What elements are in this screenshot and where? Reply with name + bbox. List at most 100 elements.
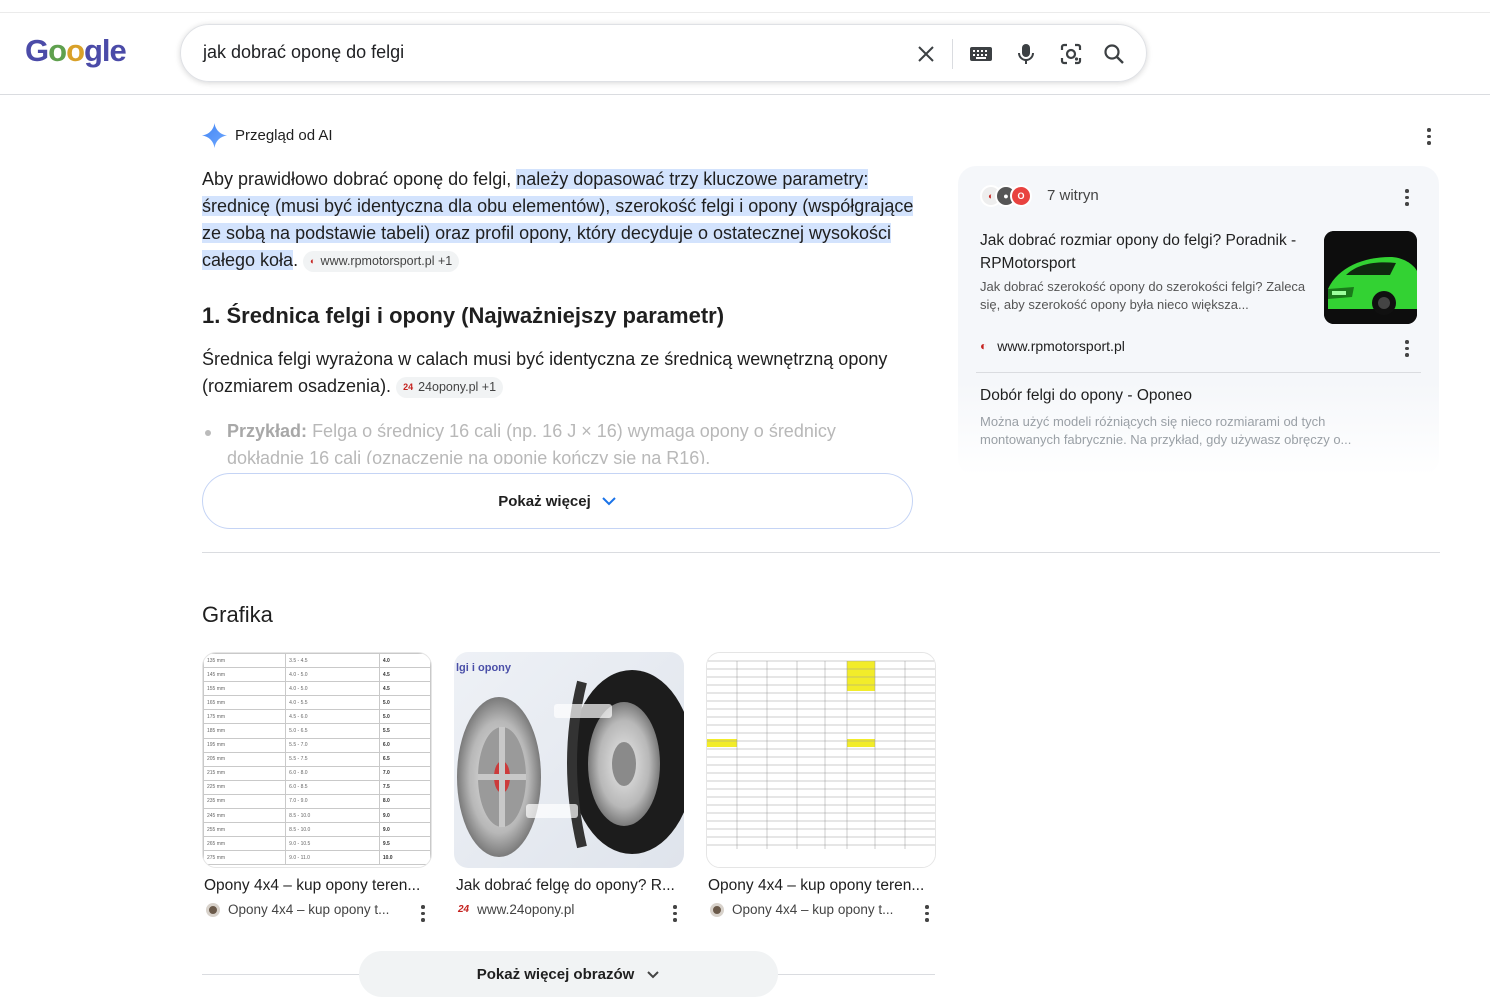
table-cell: 5.0: [378, 695, 431, 711]
ai-overview-more-icon[interactable]: [1423, 128, 1435, 145]
source-chip[interactable]: ◐ www.rpmotorsport.pl +1: [303, 251, 460, 272]
source-site[interactable]: ◐ www.rpmotorsport.pl: [980, 338, 1125, 354]
table-row: 135 mm 3.5 - 4.5 4.0: [203, 653, 431, 669]
show-more-button[interactable]: Pokaż więcej: [202, 473, 913, 529]
table-cell: 275 mm: [203, 850, 287, 866]
search-box[interactable]: jak dobrać oponę do felgi: [180, 24, 1147, 82]
table-cell: 135 mm: [203, 653, 287, 669]
table-cell: 195 mm: [203, 737, 287, 753]
ai-overview-intro: Aby prawidłowo dobrać oponę do felgi, na…: [202, 166, 914, 274]
table-cell: 235 mm: [203, 793, 287, 810]
table-cell: 9.5: [378, 836, 431, 852]
faded-bullet: Przykład: Felga o średnicy 16 cali (np. …: [202, 418, 914, 464]
table-cell: 185 mm: [203, 723, 287, 739]
chevron-down-icon: [647, 970, 659, 978]
section-text: Średnica felgi wyrażona w calach musi by…: [202, 346, 914, 400]
table-cell: 9.0 - 11.0: [285, 850, 380, 866]
table-cell: 9.0: [378, 822, 431, 838]
image-source-3[interactable]: Opony 4x4 – kup opony t...: [710, 902, 893, 917]
24opony-favicon-icon: 24: [403, 382, 414, 392]
section-heading: 1. Średnica felgi i opony (Najważniejszy…: [202, 303, 725, 328]
table-cell: 4.0: [378, 653, 431, 669]
table-cell: 6.5: [378, 751, 431, 767]
lens-icon[interactable]: [1058, 41, 1084, 67]
table-row: 275 mm 9.0 - 11.0 10.0: [203, 850, 431, 866]
source-more-icon[interactable]: [1401, 340, 1413, 357]
table-cell: 4.5: [378, 667, 431, 683]
sparkle-icon: [202, 123, 227, 148]
table-cell: 8.5 - 10.0: [285, 822, 380, 838]
image-caption-3[interactable]: Opony 4x4 – kup opony teren...: [708, 877, 940, 895]
table-cell: 165 mm: [203, 695, 287, 711]
sources-count: 7 witryn: [1047, 187, 1099, 204]
oponeo-favicon-icon: O: [1010, 185, 1032, 207]
table-row: 145 mm 4.0 - 5.0 4.5: [203, 667, 431, 683]
table-row: 215 mm 6.0 - 8.0 7.0: [203, 765, 431, 781]
table-row: 255 mm 8.5 - 10.0 9.0: [203, 822, 431, 838]
table-cell: 10.0: [378, 850, 431, 866]
images-heading: Grafika: [202, 602, 273, 627]
image-caption-1[interactable]: Opony 4x4 – kup opony teren...: [204, 877, 436, 895]
table-cell: 5.5 - 7.0: [285, 737, 380, 753]
table-cell: 6.0 - 8.5: [285, 779, 380, 795]
table-cell: 4.5: [378, 681, 431, 697]
rpmotorsport-favicon-icon: ◐: [310, 256, 316, 266]
show-more-images-button[interactable]: Pokaż więcej obrazów: [359, 951, 778, 997]
table-cell: 5.0 - 6.5: [285, 723, 380, 739]
header: Google jak dobrać oponę do felgi: [0, 13, 1490, 95]
keyboard-icon[interactable]: [968, 41, 994, 67]
table-cell: 225 mm: [203, 779, 287, 795]
image-source-1[interactable]: Opony 4x4 – kup opony t...: [206, 902, 389, 917]
table-cell: 205 mm: [203, 751, 287, 767]
table-cell: 265 mm: [203, 836, 287, 852]
table-cell: 7.5: [378, 779, 431, 795]
table-cell: 6.0: [378, 737, 431, 753]
table-row: 235 mm 7.0 - 9.0 8.0: [203, 793, 431, 810]
table-row: 175 mm 4.5 - 6.0 5.0: [203, 709, 431, 725]
image-more-icon-2[interactable]: [669, 905, 681, 922]
source-title-oponeo[interactable]: Dobór felgi do opony - Oponeo: [980, 387, 1192, 405]
image-overlay-text: lgi i opony: [456, 662, 511, 674]
image-more-icon-3[interactable]: [921, 905, 933, 922]
table-cell: 215 mm: [203, 765, 287, 781]
site-favicon-icon: [710, 902, 724, 917]
table-cell: 6.0 - 8.0: [285, 765, 380, 781]
image-source-2[interactable]: 24 www.24opony.pl: [458, 902, 574, 917]
table-cell: 245 mm: [203, 808, 287, 824]
24opony-favicon-icon: 24: [458, 904, 470, 915]
image-result-1[interactable]: 135 mm 3.5 - 4.5 4.0 145 mm 4.0 - 5.0 4.5 155 …: [202, 652, 432, 868]
table-cell: 5.5: [378, 723, 431, 739]
table-cell: 3.5 - 4.5: [285, 653, 380, 669]
image-result-2[interactable]: lgi i opony: [454, 652, 684, 868]
google-logo[interactable]: Google: [25, 33, 127, 69]
close-icon[interactable]: [913, 41, 939, 67]
panel-more-icon[interactable]: [1401, 189, 1413, 206]
table-cell: 8.5 - 10.0: [285, 808, 380, 824]
search-icon[interactable]: [1101, 41, 1127, 67]
ai-overview-header: Przegląd od AI: [202, 123, 333, 148]
sources-panel: ◐ ● O 7 witryn Jak dobrać rozmiar opony …: [958, 166, 1439, 476]
source-title[interactable]: Jak dobrać rozmiar opony do felgi? Porad…: [980, 229, 1320, 275]
table-row: 165 mm 4.0 - 5.5 5.0: [203, 695, 431, 711]
microphone-icon[interactable]: [1013, 41, 1039, 67]
source-thumbnail[interactable]: [1324, 231, 1417, 324]
source-chip-24opony[interactable]: 24 24opony.pl +1: [396, 377, 504, 398]
table-cell: 9.0 - 10.5: [285, 836, 380, 852]
image-result-3[interactable]: [706, 652, 936, 868]
source-snippet-oponeo: Można użyć modeli różniących się nieco r…: [980, 414, 1352, 447]
image-more-icon-1[interactable]: [417, 905, 429, 922]
image-caption-2[interactable]: Jak dobrać felgę do opony? R...: [456, 877, 688, 895]
table-row: 265 mm 9.0 - 10.5 9.5: [203, 836, 431, 852]
source-snippet: Jak dobrać szerokość opony do szerokości…: [980, 279, 1306, 312]
table-row: 185 mm 5.0 - 6.5 5.5: [203, 723, 431, 739]
table-row: 155 mm 4.0 - 5.0 4.5: [203, 681, 431, 697]
table-cell: 4.0 - 5.5: [285, 695, 380, 711]
tire-size-table: 135 mm 3.5 - 4.5 4.0 145 mm 4.0 - 5.0 4.5 155 …: [203, 653, 431, 866]
search-input[interactable]: jak dobrać oponę do felgi: [203, 42, 404, 63]
ai-overview-title: Przegląd od AI: [235, 127, 333, 144]
chevron-down-icon: [602, 497, 616, 506]
rpmotorsport-favicon-icon: ◐: [980, 339, 988, 353]
table-cell: 8.0: [378, 793, 431, 810]
table-cell: 175 mm: [203, 709, 287, 725]
table-row: 195 mm 5.5 - 7.0 6.0: [203, 737, 431, 753]
